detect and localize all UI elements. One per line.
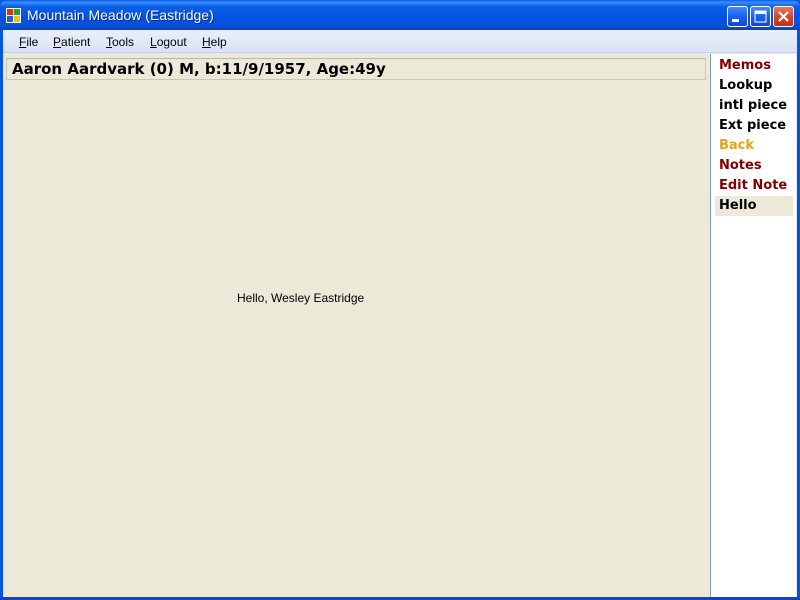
greeting-text: Hello, Wesley Eastridge <box>237 291 365 305</box>
sidebar-item-hello[interactable]: Hello <box>715 196 793 216</box>
maximize-button[interactable] <box>750 6 771 27</box>
sidebar-item-memos[interactable]: Memos <box>715 56 793 76</box>
sidebar-item-back[interactable]: Back <box>715 136 793 156</box>
minimize-icon <box>732 19 739 22</box>
patient-summary: Aaron Aardvark (0) M, b:11/9/1957, Age:4… <box>12 60 386 78</box>
title-bar[interactable]: Mountain Meadow (Eastridge) <box>0 0 800 30</box>
app-icon <box>6 8 21 23</box>
sidebar-item-edit-note[interactable]: Edit Note <box>715 176 793 196</box>
menu-help[interactable]: Help <box>202 35 227 49</box>
window-title: Mountain Meadow (Eastridge) <box>27 7 214 23</box>
menu-logout[interactable]: Logout <box>150 35 187 49</box>
menu-bar: File Patient Tools Logout Help <box>3 30 797 53</box>
patient-header-bar: Aaron Aardvark (0) M, b:11/9/1957, Age:4… <box>6 58 706 80</box>
main-content: Aaron Aardvark (0) M, b:11/9/1957, Age:4… <box>3 54 708 597</box>
app-window: Mountain Meadow (Eastridge) File Patient… <box>0 0 800 600</box>
sidebar-item-notes[interactable]: Notes <box>715 156 793 176</box>
minimize-button[interactable] <box>727 6 748 27</box>
client-area: File Patient Tools Logout Help Aaron Aar… <box>3 30 797 597</box>
menu-file[interactable]: File <box>19 35 38 49</box>
menu-patient[interactable]: Patient <box>53 35 90 49</box>
menu-tools[interactable]: Tools <box>106 35 134 49</box>
sidebar-item-ext-piece[interactable]: Ext piece <box>715 116 793 136</box>
sidebar-item-lookup[interactable]: Lookup <box>715 76 793 96</box>
sidebar-item-intl-piece[interactable]: intl piece <box>715 96 793 116</box>
sidebar-panel: Memos Lookup intl piece Ext piece Back N… <box>710 54 796 597</box>
close-icon <box>778 11 789 22</box>
maximize-icon <box>754 10 767 23</box>
close-button[interactable] <box>773 6 794 27</box>
